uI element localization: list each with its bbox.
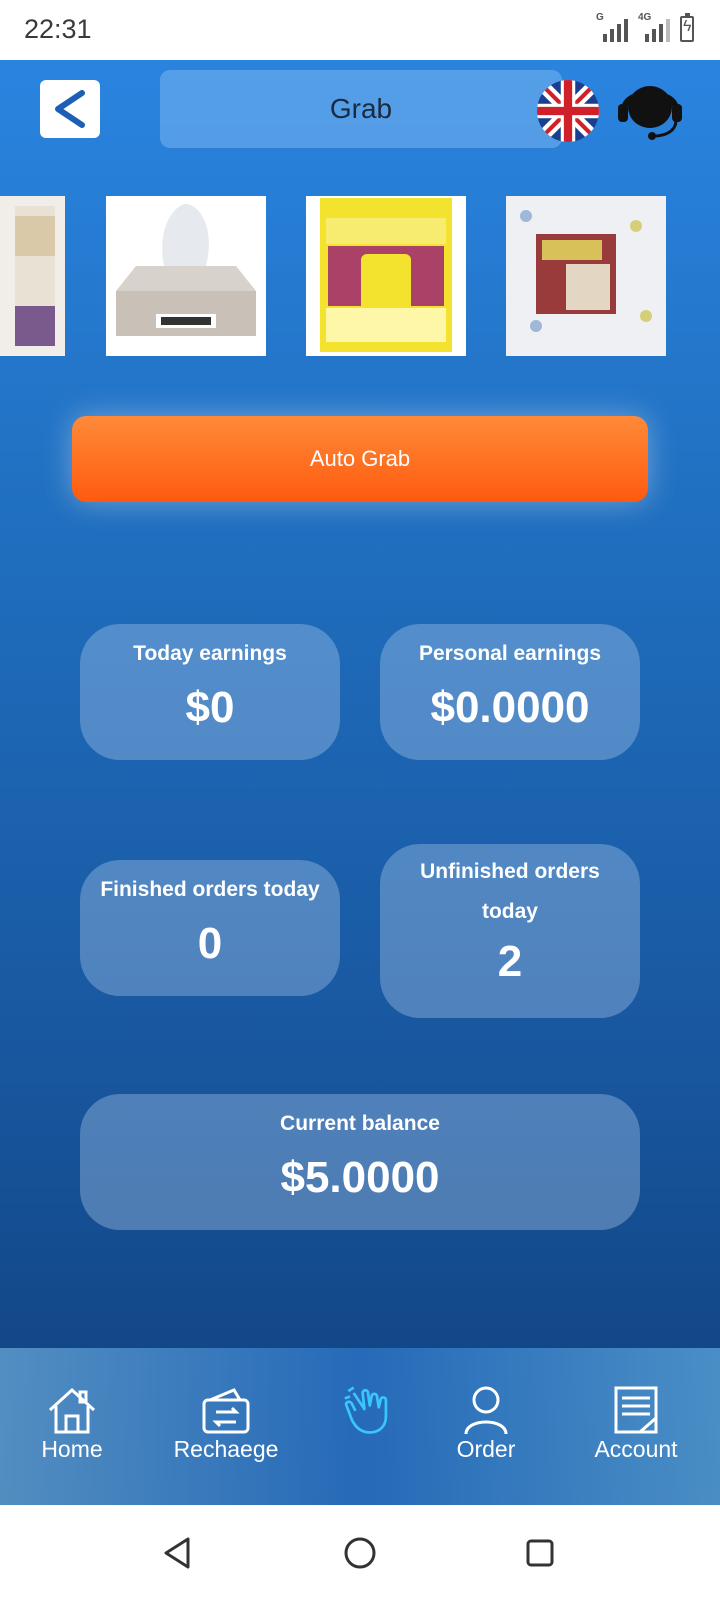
personal-earnings-value: $0.0000 <box>430 683 590 732</box>
page-title: Grab <box>329 93 393 124</box>
home-icon <box>48 1387 96 1434</box>
product-image <box>0 196 65 356</box>
chevron-left-icon <box>55 90 85 128</box>
document-icon <box>614 1386 658 1434</box>
product-honest-wipes[interactable] <box>106 196 266 356</box>
personal-earnings-label: Personal earnings <box>418 642 602 665</box>
unfinished-orders-label: Unfinished orders <box>420 860 600 883</box>
hand-tap-icon <box>344 1386 388 1434</box>
home-nav-icon[interactable] <box>342 1535 378 1571</box>
current-balance-card: Current balance $5.0000 <box>80 1094 640 1230</box>
auto-grab-label: Auto Grab <box>309 446 411 471</box>
unfinished-orders-value: 2 <box>497 937 523 986</box>
status-time: 22:31 <box>24 14 92 44</box>
recents-nav-icon[interactable] <box>522 1535 558 1571</box>
tab-recharge[interactable]: Rechaege <box>166 1348 286 1505</box>
uk-flag-icon <box>537 80 599 142</box>
tab-home-label: Home <box>41 1436 103 1462</box>
system-nav-bar <box>0 1505 720 1600</box>
app-screen: Grab Auto Grab Today earnings $0 Persona… <box>0 60 720 1505</box>
unfinished-orders-label-2: today <box>481 900 538 923</box>
finished-orders-card: Finished orders today 0 <box>80 860 340 996</box>
unfinished-orders-card: Unfinished orders today 2 <box>380 844 640 1018</box>
status-icons: G 4G <box>596 12 694 44</box>
today-earnings-label: Today earnings <box>133 642 287 665</box>
back-nav-icon[interactable] <box>160 1535 196 1571</box>
tab-order[interactable]: Order <box>446 1348 526 1505</box>
tab-account[interactable]: Account <box>578 1348 694 1505</box>
product-image <box>506 196 666 356</box>
today-earnings-value: $0 <box>185 683 235 732</box>
back-button[interactable] <box>40 80 100 138</box>
finished-orders-value: 0 <box>197 919 223 968</box>
tab-recharge-label: Rechaege <box>173 1436 279 1462</box>
finished-orders-label: Finished orders today <box>100 878 320 901</box>
status-bar: 22:31 G 4G <box>0 0 720 60</box>
wallet-icon <box>202 1388 250 1434</box>
current-balance-label: Current balance <box>280 1112 440 1135</box>
page-title-box: Grab <box>160 70 562 148</box>
tab-account-label: Account <box>594 1436 678 1462</box>
battery-icon <box>680 13 694 42</box>
tab-home[interactable]: Home <box>22 1348 122 1505</box>
tab-grab[interactable] <box>328 1348 408 1505</box>
tab-order-label: Order <box>456 1436 516 1462</box>
product-image <box>306 196 466 356</box>
signal-icon: G <box>596 12 628 44</box>
product-image <box>106 196 266 356</box>
product-carousel[interactable] <box>0 196 720 356</box>
current-balance-value: $5.0000 <box>280 1153 440 1202</box>
signal-icon: 4G <box>638 12 670 44</box>
product-huggies[interactable] <box>506 196 666 356</box>
language-button[interactable] <box>537 80 599 142</box>
personal-earnings-card: Personal earnings $0.0000 <box>380 624 640 760</box>
product-balm[interactable] <box>0 196 65 356</box>
user-icon <box>464 1386 508 1435</box>
today-earnings-card: Today earnings $0 <box>80 624 340 760</box>
bottom-tab-bar: Home Rechaege Order Account <box>0 1348 720 1505</box>
headset-icon <box>618 86 682 140</box>
product-keratin[interactable] <box>306 196 466 356</box>
auto-grab-button[interactable]: Auto Grab <box>72 416 648 502</box>
customer-service-button[interactable] <box>618 80 682 142</box>
